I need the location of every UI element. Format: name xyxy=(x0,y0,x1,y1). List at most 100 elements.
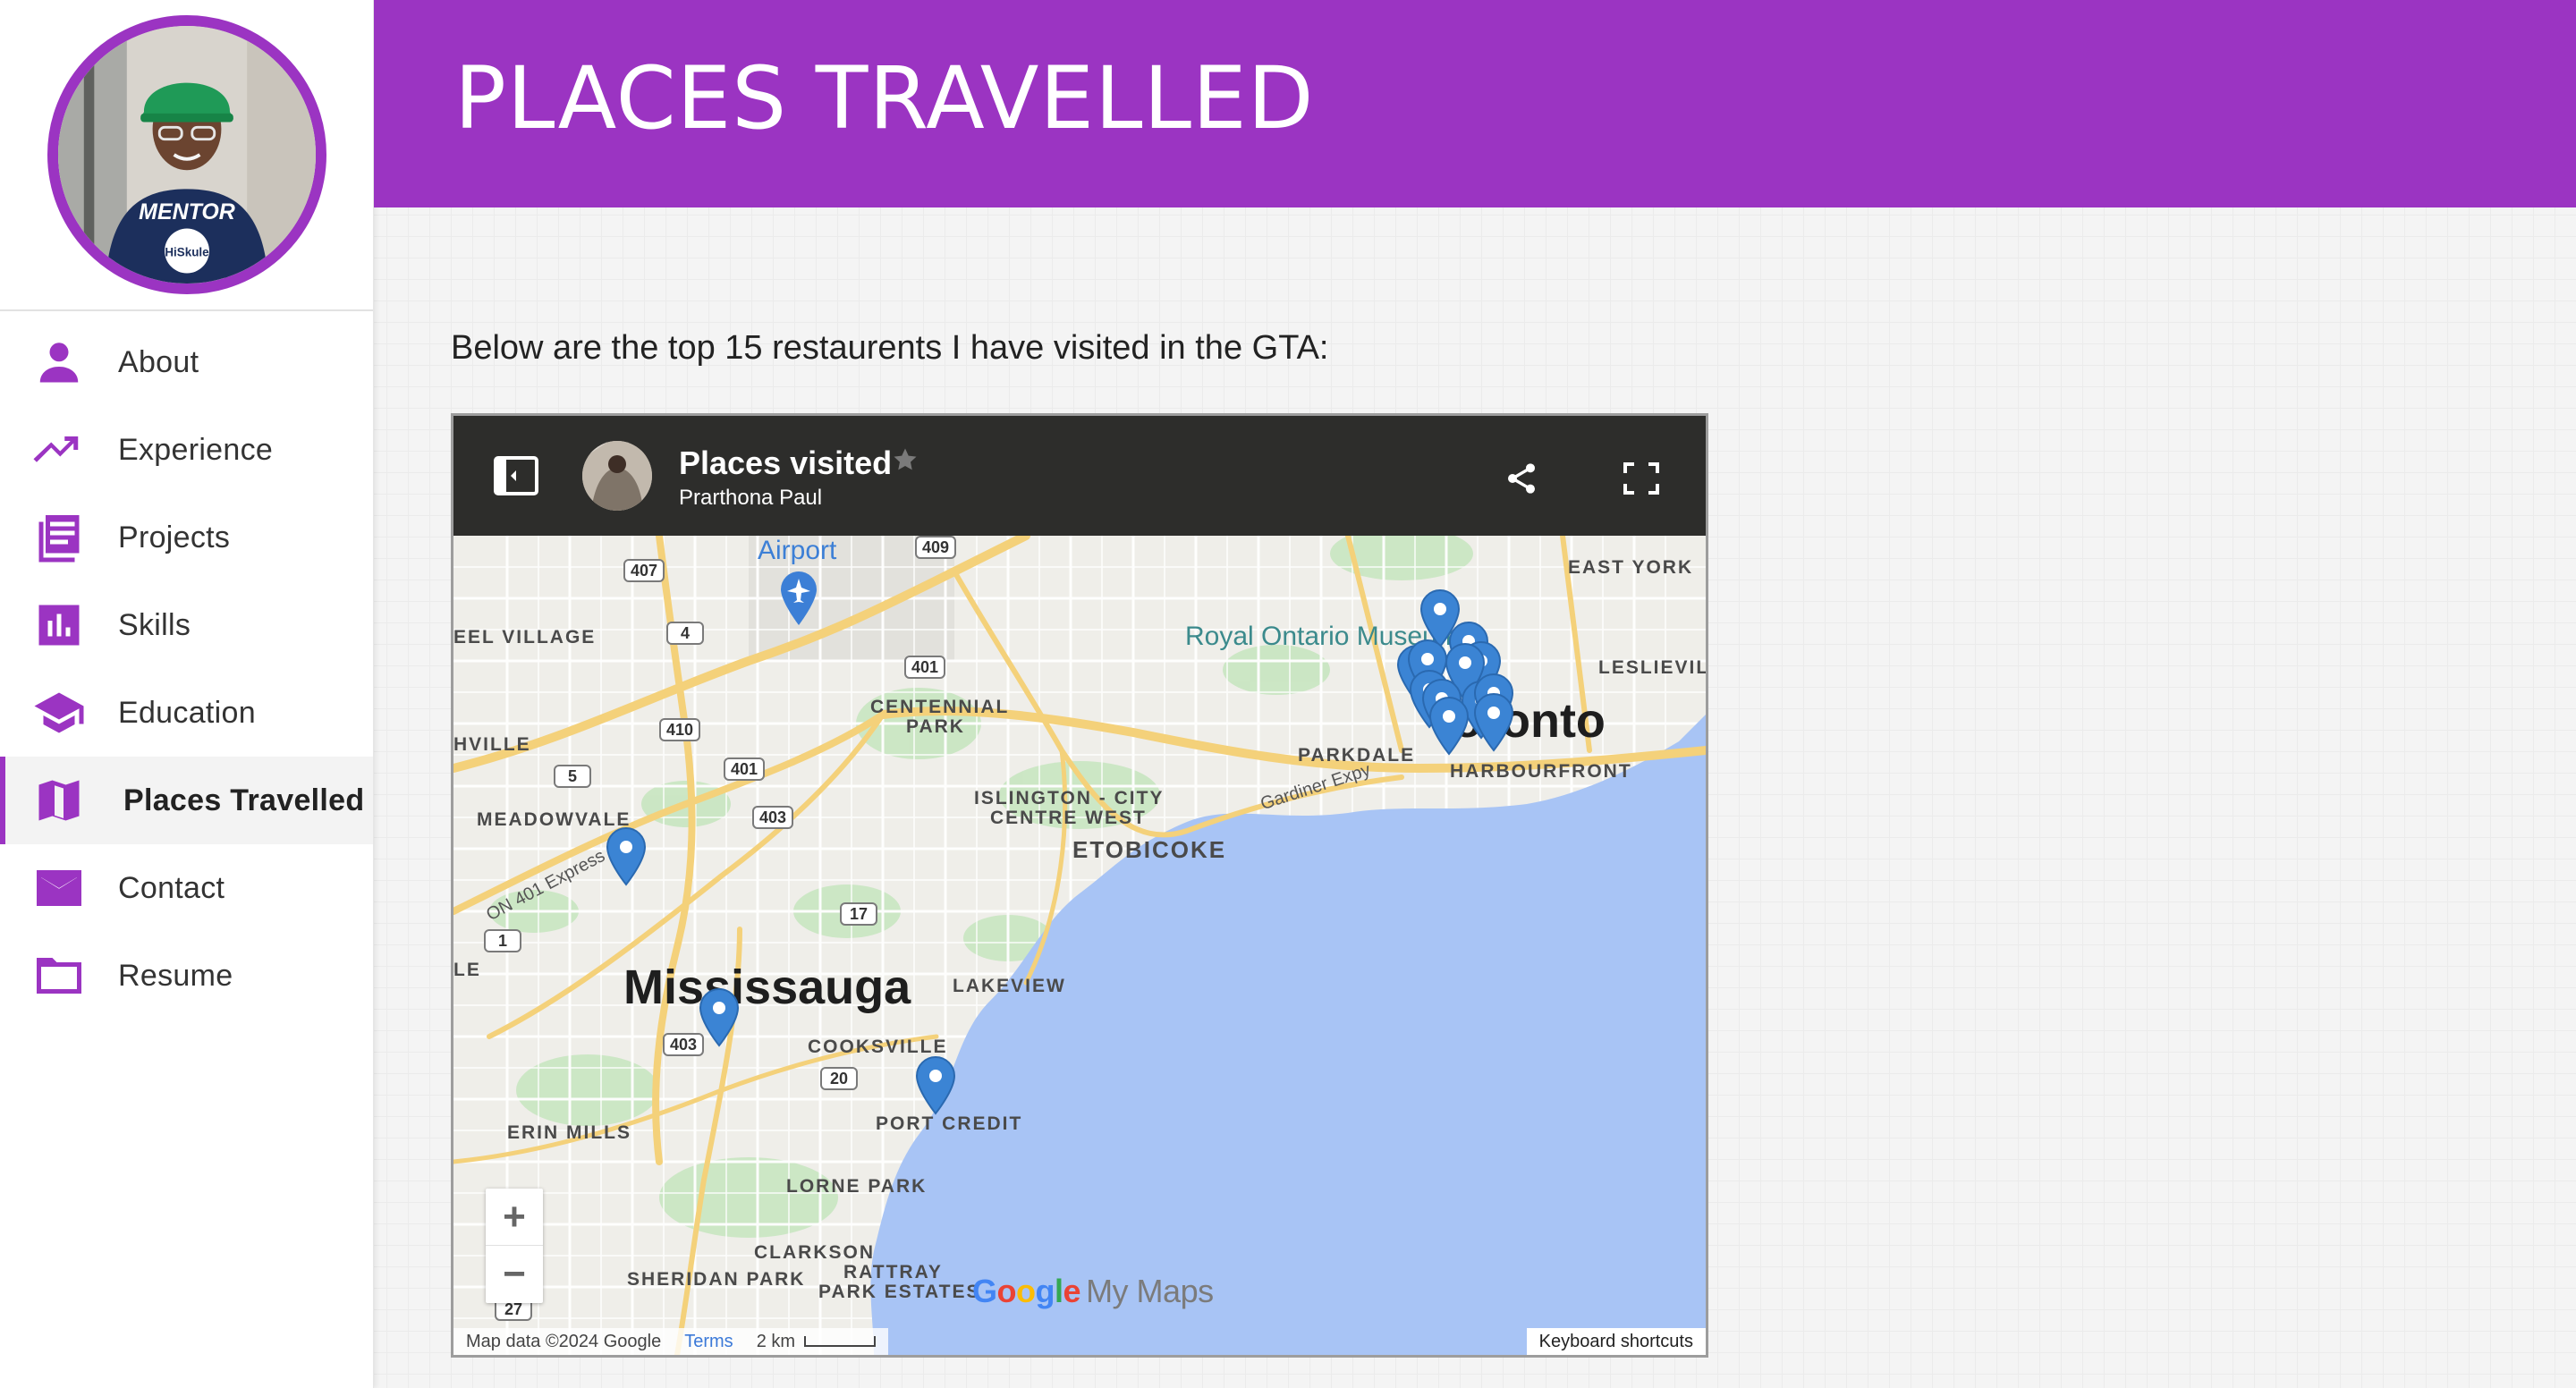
sidebar-item-label: Experience xyxy=(118,432,274,467)
map-owner-name: Prarthona Paul xyxy=(679,486,823,510)
map-label-centennial-park: PARK xyxy=(906,716,965,737)
map-label-sheridan-park: SHERIDAN PARK xyxy=(627,1269,806,1290)
map-label-rattray-park-estates: PARK ESTATES xyxy=(818,1282,981,1302)
embedded-map[interactable]: Places visited Prarthona Paul Airport EA… xyxy=(451,413,1708,1358)
intro-text: Below are the top 15 restaurents I have … xyxy=(451,329,1329,367)
map-label-airport: Airport xyxy=(758,536,837,565)
map-label-centennial-park: CENTENNIAL xyxy=(870,697,1010,717)
profile-avatar: MENTOR HiSkule xyxy=(47,15,326,294)
map-pin[interactable] xyxy=(606,827,647,886)
map-pin[interactable] xyxy=(699,988,740,1047)
sidebar-item-label: Projects xyxy=(118,520,231,554)
logo-letter: G xyxy=(972,1273,997,1309)
sidebar-item-label: Skills xyxy=(118,607,191,642)
map-label-islington: CENTRE WEST xyxy=(990,808,1147,828)
sidebar: MENTOR HiSkule About Experience Projects xyxy=(0,0,374,1388)
airport-pin-icon xyxy=(781,571,817,625)
highway-shield: 403 xyxy=(752,806,794,829)
map-label-lakeview: LAKEVIEW xyxy=(953,976,1066,996)
highway-shield: 407 xyxy=(623,559,665,582)
star-icon[interactable] xyxy=(892,446,919,473)
page-title: PLACES TRAVELLED xyxy=(454,48,1315,148)
map-label-leslieville: LESLIEVILL xyxy=(1598,657,1708,678)
bar-chart-icon xyxy=(32,598,86,652)
logo-letter: o xyxy=(1016,1273,1036,1309)
person-icon xyxy=(32,335,86,389)
highway-shield: 410 xyxy=(659,718,701,741)
sidebar-item-resume[interactable]: Resume xyxy=(0,932,373,1020)
sidebar-item-label: Education xyxy=(118,695,256,730)
fullscreen-icon[interactable] xyxy=(1622,461,1661,496)
zoom-out-button[interactable]: − xyxy=(486,1246,543,1303)
map-header-bar: Places visited Prarthona Paul xyxy=(453,416,1706,536)
share-icon[interactable] xyxy=(1504,461,1539,496)
sidebar-item-projects[interactable]: Projects xyxy=(0,494,373,581)
map-basemap xyxy=(453,536,1706,1355)
map-label-le: LE xyxy=(453,960,481,980)
sidebar-item-experience[interactable]: Experience xyxy=(0,406,373,494)
map-label-port-credit: PORT CREDIT xyxy=(876,1113,1023,1134)
map-label-etobicoke: ETOBICOKE xyxy=(1072,836,1227,863)
shirt-logo-text: HiSkule xyxy=(165,245,209,258)
highway-shield: 17 xyxy=(840,902,877,926)
sidebar-item-label: Resume xyxy=(118,958,233,993)
side-panel-toggle-icon[interactable] xyxy=(493,455,539,496)
profile-photo: MENTOR HiSkule xyxy=(57,26,316,284)
sidebar-nav: About Experience Projects Skills Educati… xyxy=(0,311,373,1020)
highway-shield: 5 xyxy=(554,765,591,788)
map-pin[interactable] xyxy=(1428,697,1470,756)
sidebar-item-label: About xyxy=(118,344,199,379)
map-label-east-york: EAST YORK xyxy=(1568,557,1694,578)
map-label-cooksville: COOKSVILLE xyxy=(808,1037,948,1057)
highway-shield: 401 xyxy=(904,656,946,679)
sidebar-item-about[interactable]: About xyxy=(0,318,373,406)
map-label-lorne-park: LORNE PARK xyxy=(786,1176,928,1197)
map-label-clarkson: CLARKSON xyxy=(754,1242,875,1263)
sidebar-item-skills[interactable]: Skills xyxy=(0,581,373,669)
logo-my-maps-text: My Maps xyxy=(1086,1273,1214,1309)
folder-icon xyxy=(32,949,86,1003)
map-label-erin-mills: ERIN MILLS xyxy=(507,1122,631,1143)
profile-avatar-section: MENTOR HiSkule xyxy=(0,0,373,311)
page-header: PLACES TRAVELLED xyxy=(374,0,2576,207)
keyboard-shortcuts-button[interactable]: Keyboard shortcuts xyxy=(1526,1328,1706,1355)
map-owner-avatar xyxy=(582,441,652,511)
map-data-attribution: Map data ©2024 Google xyxy=(466,1331,662,1351)
map-label-eel-village: EEL VILLAGE xyxy=(453,627,597,647)
graduation-cap-icon xyxy=(32,686,86,740)
highway-shield: 4 xyxy=(666,622,704,645)
map-title: Places visited xyxy=(679,444,893,481)
mail-icon xyxy=(32,861,86,915)
sidebar-item-label: Contact xyxy=(118,870,225,905)
map-scale-label: 2 km xyxy=(756,1331,796,1351)
logo-letter: g xyxy=(1035,1273,1055,1309)
map-label-mississauga: Mississauga xyxy=(623,961,911,1014)
logo-letter: e xyxy=(1063,1273,1081,1309)
sidebar-item-label: Places Travelled xyxy=(123,783,365,817)
terms-link[interactable]: Terms xyxy=(684,1332,733,1352)
map-canvas[interactable]: Airport EAST YORK EEL VILLAGE Royal Onta… xyxy=(453,536,1706,1355)
map-scale-bar xyxy=(804,1336,877,1347)
logo-letter: l xyxy=(1055,1273,1063,1309)
shirt-text: MENTOR xyxy=(139,199,235,224)
logo-letter: o xyxy=(996,1273,1017,1309)
sidebar-item-contact[interactable]: Contact xyxy=(0,844,373,932)
map-label-rattray-park-estates: RATTRAY xyxy=(843,1262,943,1282)
highway-shield: 401 xyxy=(724,757,766,781)
map-label-harbourfront: HARBOURFRONT xyxy=(1450,761,1632,782)
article-icon xyxy=(32,511,86,564)
trending-up-icon xyxy=(32,423,86,477)
map-attribution-bar: Map data ©2024 Google Terms 2 km xyxy=(453,1328,889,1355)
highway-shield: 1 xyxy=(484,929,521,952)
sidebar-item-education[interactable]: Education xyxy=(0,669,373,757)
map-label-islington: ISLINGTON - CITY xyxy=(974,788,1165,808)
map-scale[interactable]: 2 km xyxy=(756,1331,877,1352)
map-label-hville: HVILLE xyxy=(453,734,531,755)
map-pin[interactable] xyxy=(915,1056,956,1115)
sidebar-item-places-travelled[interactable]: Places Travelled xyxy=(0,757,373,844)
map-icon xyxy=(32,774,86,827)
google-my-maps-logo: Google My Maps xyxy=(972,1273,1214,1310)
map-pin[interactable] xyxy=(1473,693,1514,752)
highway-shield: 409 xyxy=(915,536,957,559)
zoom-in-button[interactable]: + xyxy=(486,1189,543,1246)
